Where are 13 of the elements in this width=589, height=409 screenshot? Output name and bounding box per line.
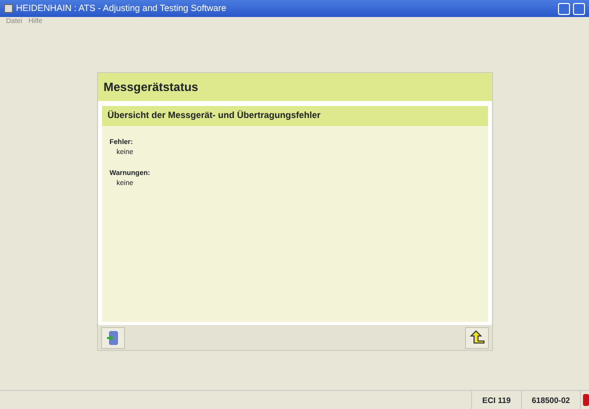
panel-title: Messgerätstatus bbox=[98, 73, 492, 101]
app-icon bbox=[4, 4, 13, 13]
status-field: ECI 119 bbox=[472, 391, 522, 409]
window-title: HEIDENHAIN : ATS - Adjusting and Testing Software bbox=[16, 2, 228, 15]
panel-subtitle: Übersicht der Messgerät- und Übertragungsfehler bbox=[102, 106, 488, 126]
back-button[interactable] bbox=[464, 326, 488, 348]
status-indicator bbox=[583, 394, 589, 406]
status-field: 618500-02 bbox=[522, 391, 581, 409]
minimize-button[interactable] bbox=[558, 2, 570, 14]
exit-button[interactable] bbox=[100, 326, 124, 348]
maximize-button[interactable] bbox=[573, 2, 585, 14]
door-icon bbox=[106, 330, 120, 346]
up-arrow-icon bbox=[468, 330, 484, 346]
